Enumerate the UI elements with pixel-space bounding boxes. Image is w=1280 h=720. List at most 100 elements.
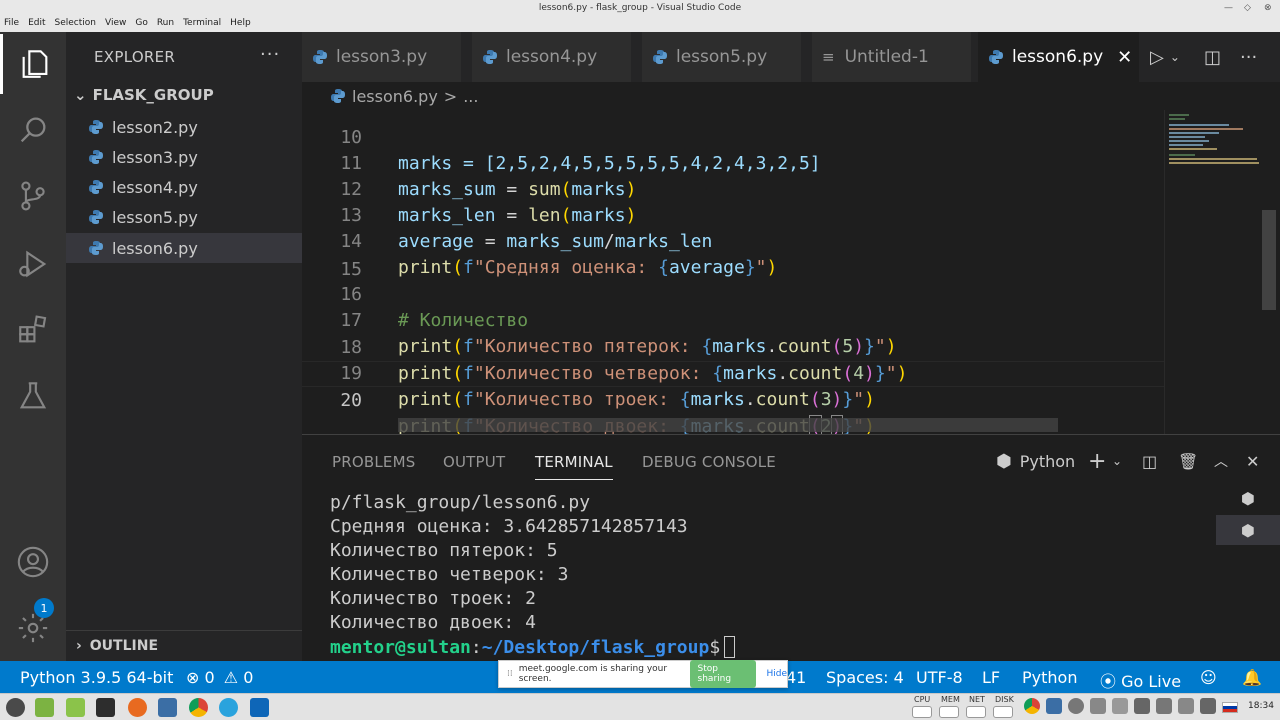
close-window-icon[interactable]: ⊗ (1264, 3, 1272, 13)
python-interpreter[interactable]: Python 3.9.5 64-bit (20, 668, 173, 687)
outline-section[interactable]: › OUTLINE (66, 630, 302, 660)
horizontal-scrollbar[interactable] (398, 418, 1058, 432)
more-actions-icon[interactable]: ··· (1240, 32, 1257, 82)
folder-label: FLASK_GROUP (92, 86, 214, 104)
file-item-lesson3[interactable]: lesson3.py (66, 142, 302, 172)
keyboard-layout-flag-icon[interactable] (1222, 702, 1238, 713)
tab-lesson5[interactable]: lesson5.py (642, 32, 802, 82)
menu-run[interactable]: Run (157, 18, 174, 28)
tab-lesson6[interactable]: lesson6.py ✕ (978, 32, 1140, 82)
encoding[interactable]: UTF-8 (916, 668, 963, 687)
testing-icon[interactable] (0, 366, 66, 426)
file-item-lesson4[interactable]: lesson4.py (66, 172, 302, 202)
tab-terminal[interactable]: TERMINAL (535, 453, 613, 480)
feedback-icon[interactable]: ☺ (1200, 668, 1217, 687)
hide-sharing-button[interactable]: Hide (766, 669, 787, 679)
terminal-app-icon[interactable] (96, 698, 115, 717)
breadcrumb-separator: > (443, 86, 458, 106)
settings-gear-icon[interactable] (0, 598, 66, 658)
drag-handle-icon[interactable]: ⁞⁞ (507, 669, 513, 679)
menu-file[interactable]: File (4, 18, 19, 28)
notifications-bell-icon[interactable]: 🔔 (1242, 668, 1262, 687)
new-terminal-icon[interactable]: + (1088, 449, 1106, 474)
stop-sharing-button[interactable]: Stop sharing (689, 660, 757, 688)
vscode-taskbar-icon[interactable] (250, 698, 269, 717)
terminal-instance-icon[interactable]: ⬢ (1216, 515, 1280, 545)
tab-lesson3[interactable]: lesson3.py (302, 32, 462, 82)
folder-flask-group[interactable]: ⌄ FLASK_GROUP (74, 86, 214, 104)
show-desktop-icon[interactable] (35, 698, 54, 717)
code-editor[interactable]: 10 marks = [2,5,2,4,5,5,5,5,5,4,2,4,3,2,… (302, 110, 1164, 434)
breadcrumb-file[interactable]: lesson6.py (352, 87, 438, 106)
breadcrumb: lesson6.py > ... (302, 82, 1280, 110)
more-actions-icon[interactable]: ··· (260, 44, 280, 65)
menu-selection[interactable]: Selection (55, 18, 96, 28)
menu-view[interactable]: View (105, 18, 126, 28)
end-of-line[interactable]: LF (982, 668, 1000, 687)
clipboard-tray-icon[interactable] (1134, 698, 1150, 714)
file-manager-icon[interactable] (66, 698, 85, 717)
code-line: 11 marks_sum = sum(marks) (302, 125, 1164, 200)
go-live-button[interactable]: ⦿ Go Live (1100, 668, 1181, 692)
sound-tray-icon[interactable] (1156, 698, 1172, 714)
search-icon[interactable] (0, 100, 66, 160)
tab-debug-console[interactable]: DEBUG CONSOLE (642, 453, 776, 471)
file-item-lesson2[interactable]: lesson2.py (66, 112, 302, 142)
chrome-tray-icon[interactable] (1024, 698, 1040, 714)
telegram-icon[interactable] (219, 698, 238, 717)
source-control-icon[interactable] (0, 166, 66, 226)
camera-tray-icon[interactable] (1046, 698, 1062, 714)
menu-edit[interactable]: Edit (28, 18, 45, 28)
tab-untitled-1[interactable]: ≡ Untitled-1 (812, 32, 972, 82)
code-line: 16 # Количество (302, 256, 1164, 331)
file-item-lesson5[interactable]: lesson5.py (66, 202, 302, 232)
chevron-down-icon[interactable]: ⌄ (1170, 50, 1180, 64)
menu-help[interactable]: Help (230, 18, 251, 28)
terminal-prompt[interactable]: mentor@sultan:~/Desktop/flask_group$ (330, 636, 736, 658)
taskbar-clock[interactable]: 18:34 (1248, 701, 1274, 711)
chevron-down-icon[interactable]: ⌄ (1112, 449, 1122, 473)
split-terminal-icon[interactable]: ◫ (1142, 449, 1157, 473)
close-panel-icon[interactable]: ✕ (1246, 449, 1259, 473)
network-tray-icon[interactable] (1178, 698, 1194, 714)
terminal-instance-icon[interactable]: ⬢ (1216, 483, 1280, 513)
screenshot-app-icon[interactable] (158, 698, 177, 717)
split-editor-icon[interactable]: ◫ (1204, 32, 1221, 82)
maximize-panel-icon[interactable]: ︿ (1214, 449, 1228, 473)
extensions-icon[interactable] (0, 300, 66, 360)
language-mode[interactable]: Python (1022, 668, 1077, 687)
bluetooth-tray-icon[interactable] (1090, 698, 1106, 714)
explorer-icon[interactable] (0, 34, 66, 94)
run-python-file-icon[interactable]: ▷ ⌄ (1150, 32, 1180, 82)
problems-indicator[interactable]: ⊗ 0 ⚠ 0 (186, 668, 253, 687)
indentation[interactable]: Spaces: 4 (826, 668, 904, 687)
chrome-icon[interactable] (189, 698, 208, 717)
cursor-position[interactable]: 41 (786, 668, 806, 687)
kill-terminal-icon[interactable]: 🗑 (1178, 449, 1198, 473)
menu-go[interactable]: Go (135, 18, 147, 28)
maximize-icon[interactable]: ◇ (1244, 3, 1251, 13)
prompt-user: mentor@sultan (330, 637, 471, 658)
code-line: 19 print(f"Количество троек: {marks.coun… (302, 335, 1164, 410)
minimize-icon[interactable]: — (1224, 3, 1233, 13)
tab-output[interactable]: OUTPUT (443, 453, 505, 471)
account-icon[interactable] (0, 532, 66, 592)
net-label: NET (969, 695, 985, 704)
python-icon (483, 50, 497, 64)
vertical-scrollbar[interactable] (1262, 210, 1276, 310)
file-item-lesson6[interactable]: lesson6.py (66, 233, 302, 263)
run-debug-icon[interactable] (0, 234, 66, 294)
menu-terminal[interactable]: Terminal (183, 18, 221, 28)
update-tray-icon[interactable] (1068, 698, 1084, 714)
breadcrumb-more[interactable]: ... (463, 87, 478, 106)
code-line: 10 marks = [2,5,2,4,5,5,5,5,5,4,2,4,3,2,… (302, 110, 1164, 174)
close-tab-icon[interactable]: ✕ (1117, 47, 1132, 68)
firefox-icon[interactable] (128, 698, 147, 717)
terminal-profile-selector[interactable]: ⬢ Python (996, 449, 1075, 473)
chevron-down-icon: ⌄ (74, 86, 87, 104)
shield-tray-icon[interactable] (1112, 698, 1128, 714)
start-menu-icon[interactable] (6, 698, 25, 717)
tab-problems[interactable]: PROBLEMS (332, 453, 415, 471)
volume-tray-icon[interactable] (1200, 698, 1216, 714)
tab-lesson4[interactable]: lesson4.py (472, 32, 632, 82)
